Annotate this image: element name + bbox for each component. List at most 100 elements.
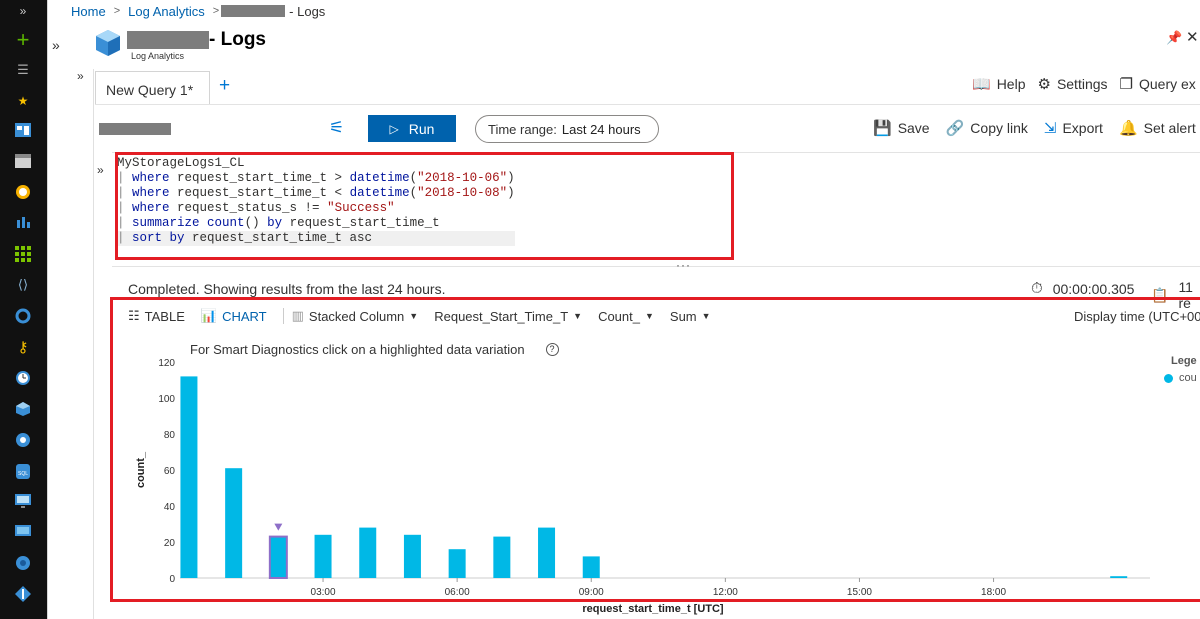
elapsed-value: 00:00:00.305 — [1052, 280, 1135, 297]
help-button[interactable]: 📖 Help — [972, 75, 1025, 93]
splitter-handle-icon[interactable]: ··· — [676, 258, 691, 272]
filter-settings-icon[interactable]: ⚟ — [329, 118, 344, 138]
breadcrumb-home[interactable]: Home — [71, 4, 106, 19]
query-highlight-box — [115, 152, 734, 260]
chart-type-dropdown[interactable]: ▥ Stacked Column ▼ — [292, 308, 419, 324]
add-tab-button[interactable]: + — [219, 75, 230, 97]
breadcrumb-current: - Logs — [289, 3, 326, 19]
chevron-down-icon: ▼ — [701, 311, 711, 321]
legend-swatch — [1164, 373, 1173, 383]
copy-link-label: Copy link — [970, 120, 1028, 136]
export-icon: ⇲ — [1043, 120, 1057, 137]
breadcrumb-log-analytics[interactable]: Log Analytics — [128, 4, 205, 19]
save-button[interactable]: 💾 Save — [873, 119, 930, 137]
table-view-label: TABLE — [144, 308, 185, 324]
chart-view-tab[interactable]: 📊 CHART — [201, 308, 267, 324]
run-label: Run — [408, 120, 435, 137]
chart-view-label: CHART — [222, 308, 267, 324]
gear-icon: ⚙ — [1037, 76, 1051, 93]
network-icon[interactable]: ⟨⟩ — [12, 274, 34, 296]
legend-label: cou — [1179, 372, 1197, 384]
all-resources-icon[interactable] — [12, 150, 34, 172]
chart-bar[interactable] — [225, 468, 243, 578]
sql-icon[interactable]: SQL — [12, 460, 34, 482]
cube-icon[interactable] — [12, 398, 34, 420]
top-actions: 📖 Help ⚙ Settings ❐ Query ex — [972, 75, 1200, 93]
bar-chart-icon: 📊 — [200, 308, 218, 323]
editor-splitter[interactable] — [112, 266, 1200, 267]
app-insights-icon[interactable] — [12, 211, 34, 233]
dashboard-icon[interactable] — [12, 119, 34, 141]
y-axis-value: Count_ — [598, 308, 640, 324]
close-icon[interactable]: ✕ — [1186, 28, 1199, 46]
expand-icon[interactable]: » — [12, 0, 34, 22]
save-icon: 💾 — [873, 120, 892, 137]
expand-schema-icon[interactable]: » — [77, 69, 84, 83]
chart-bar[interactable] — [493, 536, 511, 578]
redacted-workspace-selector[interactable] — [99, 123, 171, 135]
chart-bar[interactable] — [1110, 576, 1128, 578]
time-range-value: Last 24 hours — [561, 121, 641, 137]
query-explorer-label: Query ex — [1138, 76, 1196, 92]
expand-editor-icon[interactable]: » — [97, 163, 104, 177]
chart-bar[interactable] — [268, 535, 288, 580]
chart-bar[interactable] — [180, 376, 198, 578]
log-analytics-icon — [95, 29, 121, 57]
copy-link-button[interactable]: 🔗 Copy link — [946, 119, 1028, 137]
set-alert-label: Set alert — [1143, 120, 1196, 136]
tab-new-query-1[interactable]: New Query 1* — [95, 71, 210, 104]
time-range-picker[interactable]: Time range: Last 24 hours — [475, 115, 659, 143]
legend-title: Lege — [1171, 355, 1197, 367]
chart-bar[interactable] — [448, 549, 466, 578]
set-alert-button[interactable]: 🔔 Set alert — [1119, 119, 1196, 137]
monitor-icon[interactable] — [12, 181, 34, 203]
chart-bar[interactable] — [359, 527, 377, 578]
x-axis-dropdown[interactable]: Request_Start_Time_T ▼ — [434, 309, 582, 324]
legend-item[interactable]: cou — [1164, 372, 1197, 384]
favorites-star-icon[interactable]: ★ — [12, 90, 34, 112]
chart-bar[interactable] — [538, 527, 556, 578]
expand-menu-icon[interactable]: » — [52, 37, 60, 53]
redacted-workspace-name — [221, 5, 286, 17]
monitor-screen-icon[interactable] — [12, 490, 34, 512]
settings-button[interactable]: ⚙ Settings — [1037, 75, 1107, 93]
chart-bar[interactable] — [582, 556, 600, 578]
clock-icon[interactable] — [12, 367, 34, 389]
y-axis-dropdown[interactable]: Count_ ▼ — [598, 309, 654, 324]
apps-grid-icon[interactable] — [12, 243, 34, 265]
export-button[interactable]: ⇲ Export — [1044, 119, 1103, 137]
run-button[interactable]: ▷ Run — [368, 115, 456, 142]
all-services-icon[interactable]: ☰ — [12, 59, 34, 81]
help-label: Help — [996, 76, 1026, 92]
x-tick-label: 03:00 — [311, 587, 336, 598]
query-explorer-button[interactable]: ❐ Query ex — [1120, 75, 1196, 93]
link-icon: 🔗 — [945, 120, 965, 137]
table-view-tab[interactable]: ☷ TABLE — [128, 308, 185, 324]
x-axis-title: request_start_time_t [UTC] — [582, 603, 724, 615]
chart-bar[interactable] — [403, 534, 421, 578]
page-title: - Logs — [127, 29, 266, 51]
gear-cloud-icon[interactable] — [12, 552, 34, 574]
left-nav-rail: » + ☰ ★ ⟨⟩ ⚷ SQL — [0, 0, 47, 619]
y-tick-label: 100 — [158, 394, 175, 405]
play-icon: ▷ — [389, 121, 399, 136]
aggregation-dropdown[interactable]: Sum ▼ — [670, 309, 711, 324]
results-toolbar: ☷ TABLE 📊 CHART ▥ Stacked Column ▼ Request_S… — [128, 308, 727, 324]
query-explorer-icon: ❐ — [1119, 76, 1133, 93]
devops-icon[interactable] — [12, 305, 34, 327]
globe-icon[interactable] — [12, 429, 34, 451]
display-time-selector[interactable]: Display time (UTC+00: — [1074, 309, 1200, 324]
diamond-icon[interactable] — [12, 583, 34, 605]
pin-icon[interactable]: 📌 — [1166, 30, 1182, 46]
create-resource-icon[interactable]: + — [12, 27, 34, 52]
anomaly-marker-icon — [274, 523, 283, 531]
save-label: Save — [897, 120, 930, 136]
chart-type-value: Stacked Column — [308, 308, 405, 324]
chart-bar[interactable] — [314, 534, 332, 578]
key-vault-icon[interactable]: ⚷ — [12, 336, 34, 358]
redacted-title — [127, 31, 209, 49]
virtual-machine-icon[interactable] — [12, 521, 34, 543]
breadcrumb: Home > Log Analytics > - Logs — [71, 2, 325, 20]
page-title-suffix: - Logs — [209, 29, 266, 50]
x-axis-value: Request_Start_Time_T — [434, 308, 569, 324]
